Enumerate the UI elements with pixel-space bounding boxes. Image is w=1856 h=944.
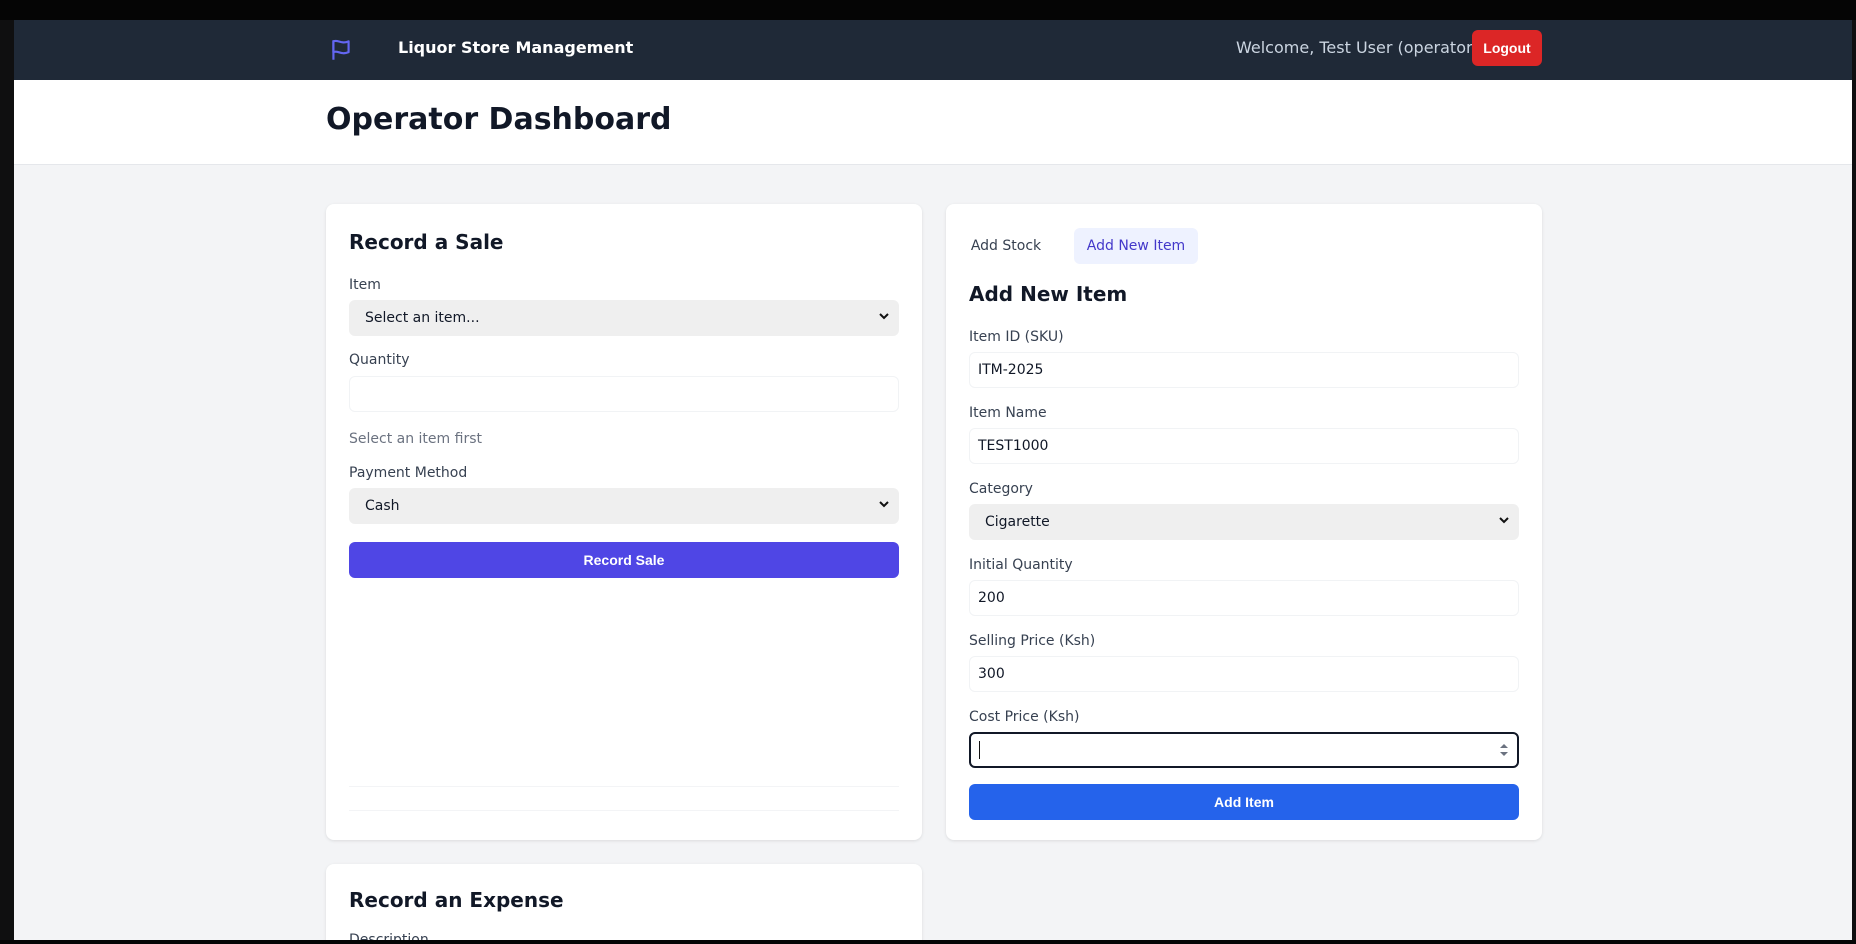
cost-price-label: Cost Price (Ksh) — [969, 709, 1080, 725]
category-label: Category — [969, 481, 1033, 497]
payment-method-value: Cash — [365, 498, 400, 514]
description-label: Description — [349, 932, 429, 940]
item-select-value: Select an item... — [365, 310, 480, 326]
category-value: Cigarette — [985, 514, 1050, 530]
initial-quantity-value: 200 — [978, 590, 1005, 606]
flag-icon — [332, 39, 350, 60]
page-header: Operator Dashboard — [14, 80, 1852, 165]
sku-label: Item ID (SKU) — [969, 329, 1064, 345]
record-expense-card: Record an Expense Description — [326, 864, 922, 940]
screen-right-border — [1852, 20, 1856, 944]
chevron-down-icon — [879, 501, 889, 508]
cost-price-input[interactable] — [969, 732, 1519, 768]
sku-value: ITM-2025 — [978, 362, 1044, 378]
welcome-text: Welcome, Test User (operator) — [1236, 38, 1479, 57]
screen-top-border — [0, 0, 1856, 20]
sale-quantity-input[interactable] — [349, 376, 899, 412]
logout-button[interactable]: Logout — [1472, 30, 1542, 66]
text-caret — [979, 741, 980, 759]
payment-method-label: Payment Method — [349, 465, 468, 481]
item-name-value: TEST1000 — [978, 438, 1049, 454]
screen-left-border — [0, 20, 14, 944]
item-name-input[interactable]: TEST1000 — [969, 428, 1519, 464]
quantity-label: Quantity — [349, 352, 410, 368]
add-item-button[interactable]: Add Item — [969, 784, 1519, 820]
quantity-hint: Select an item first — [349, 431, 482, 447]
item-select[interactable]: Select an item... — [349, 300, 899, 336]
initial-quantity-label: Initial Quantity — [969, 557, 1073, 573]
selling-price-input[interactable]: 300 — [969, 656, 1519, 692]
chevron-down-icon — [879, 313, 889, 320]
selling-price-value: 300 — [978, 666, 1005, 682]
selling-price-label: Selling Price (Ksh) — [969, 633, 1096, 649]
initial-quantity-input[interactable]: 200 — [969, 580, 1519, 616]
category-select[interactable]: Cigarette — [969, 504, 1519, 540]
record-sale-title: Record a Sale — [349, 230, 504, 254]
record-sale-card: Record a Sale Item Select an item... Qua… — [326, 204, 922, 840]
tab-add-stock[interactable]: Add Stock — [962, 228, 1050, 264]
record-sale-button[interactable]: Record Sale — [349, 542, 899, 578]
page-title: Operator Dashboard — [326, 102, 672, 137]
record-expense-title: Record an Expense — [349, 888, 564, 912]
item-name-label: Item Name — [969, 405, 1047, 421]
add-item-card: Add Stock Add New Item Add New Item Item… — [946, 204, 1542, 840]
number-spinner-icon[interactable] — [1499, 741, 1509, 759]
chevron-down-icon — [1499, 517, 1509, 524]
app-title: Liquor Store Management — [398, 38, 634, 57]
top-navbar: Liquor Store Management Welcome, Test Us… — [14, 20, 1852, 80]
divider — [349, 786, 899, 787]
add-item-title: Add New Item — [969, 282, 1128, 306]
item-label: Item — [349, 277, 381, 293]
divider — [349, 810, 899, 811]
sku-input[interactable]: ITM-2025 — [969, 352, 1519, 388]
screen-bottom-border — [0, 940, 1856, 944]
payment-method-select[interactable]: Cash — [349, 488, 899, 524]
app-window: Liquor Store Management Welcome, Test Us… — [14, 20, 1852, 940]
tab-add-new-item[interactable]: Add New Item — [1074, 228, 1198, 264]
